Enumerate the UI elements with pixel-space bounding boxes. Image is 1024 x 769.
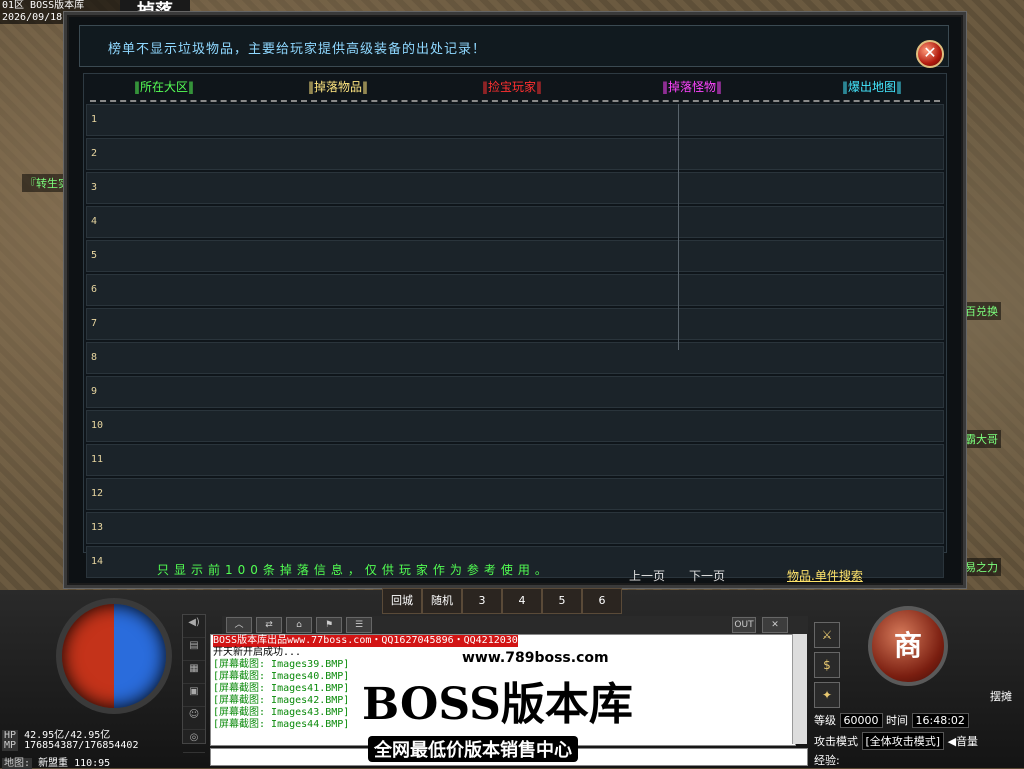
sound-label[interactable]: 音量 [956, 735, 978, 748]
quick-slot-6[interactable]: 6 [582, 588, 622, 614]
hp-stat: HP 42.95亿/42.95亿 [2, 730, 111, 741]
table-row[interactable]: 12 [86, 478, 944, 510]
chat-out-button[interactable]: OUT [732, 617, 756, 633]
map-value: 新盟重 110:95 [38, 758, 111, 769]
table-rows: 1 2 3 4 5 6 7 8 9 10 11 12 13 14 [86, 104, 944, 580]
time-value: 16:48:02 [911, 713, 969, 728]
quick-slot-4[interactable]: 4 [502, 588, 542, 614]
row-index: 4 [91, 216, 98, 227]
table-row[interactable]: 10 [86, 410, 944, 442]
money-bag-icon[interactable]: $ [814, 652, 840, 678]
quick-slot-5[interactable]: 5 [542, 588, 582, 614]
col-header-monster: ‖掉落怪物‖ [662, 80, 723, 94]
chat-emote-icon[interactable]: ☰ [346, 617, 372, 633]
chat-line: BOSS版本库出品www.77boss.com・QQ1627045896・QQ4… [213, 635, 518, 647]
drop-record-panel: 榜单不显示垃圾物品，主要给玩家提供高级装备的出处记录！ ✕ ‖所在大区‖ ‖掉落… [64, 12, 966, 588]
table-row[interactable]: 8 [86, 342, 944, 374]
chat-close-button[interactable]: ✕ [762, 617, 788, 633]
attack-mode-value[interactable]: [全体攻击模式] [861, 732, 945, 750]
map-stat: 地图: 新盟重 110:95 [2, 754, 110, 769]
footer-note: 只显示前100条掉落信息，仅供玩家作为参考使用。 [157, 563, 552, 577]
exp-label: 经验: [814, 754, 840, 767]
close-button[interactable]: ✕ [916, 40, 944, 68]
row-index: 1 [91, 114, 98, 125]
header-divider [90, 100, 940, 102]
speaker-icon[interactable]: ◀) [183, 617, 205, 638]
row-index: 6 [91, 284, 98, 295]
watermark: www.789boss.com BOSS版本库 全网最低价版本销售中心 [362, 650, 662, 762]
mp-stat: MP 176854387/176854402 [2, 740, 139, 751]
bag-icon[interactable]: ⚔ [814, 622, 840, 648]
quick-slot-return[interactable]: 回城 [382, 588, 422, 614]
prev-page-button[interactable]: 上一页 [629, 567, 665, 584]
col-header-map: ‖爆出地图‖ [842, 80, 903, 94]
row-index: 14 [91, 556, 104, 567]
whisper-icon[interactable]: ▣ [183, 686, 205, 707]
level-value: 60000 [839, 713, 883, 728]
row-index: 11 [91, 454, 104, 465]
chat-toolbar: ︿ ⇄ ⌂ ⚑ ☰ OUT ✕ [222, 616, 808, 634]
chevron-up-icon[interactable]: ︿ [226, 617, 252, 633]
watermark-url: www.789boss.com [462, 650, 609, 666]
attack-mode-display: 攻击模式 [全体攻击模式] ◀音量 [814, 732, 978, 750]
row-index: 9 [91, 386, 98, 397]
friend-icon[interactable]: ☺ [183, 709, 205, 730]
row-index: 7 [91, 318, 98, 329]
hp-mp-orb [62, 604, 166, 708]
row-index: 5 [91, 250, 98, 261]
next-page-button[interactable]: 下一页 [689, 567, 725, 584]
item-search-link[interactable]: 物品.单件搜索 [787, 567, 863, 584]
guild-icon[interactable]: ▦ [183, 663, 205, 684]
col-header-region: ‖所在大区‖ [134, 80, 195, 94]
chat-side-icons: ◀) ▤ ▦ ▣ ☺ ◎ [182, 614, 206, 753]
map-label: 地图: [2, 758, 33, 769]
chat-mode-icon[interactable]: ⇄ [256, 617, 282, 633]
col-header-item: ‖掉落物品‖ [308, 80, 369, 94]
row-index: 8 [91, 352, 98, 363]
watermark-brand: BOSS版本库 [362, 679, 633, 730]
chat-channel-icon[interactable]: ⚑ [316, 617, 342, 633]
settings-icon[interactable]: ◎ [183, 732, 205, 753]
table-row[interactable]: 13 [86, 512, 944, 544]
table-row[interactable]: 11 [86, 444, 944, 476]
table-row[interactable]: 2 [86, 138, 944, 170]
table-row[interactable]: 5 [86, 240, 944, 272]
shop-button[interactable]: 商 [868, 606, 948, 686]
table-row[interactable]: 1 [86, 104, 944, 136]
stall-button[interactable]: 摆摊 [990, 688, 1012, 704]
row-index: 2 [91, 148, 98, 159]
level-label: 等级 [814, 714, 836, 727]
row-index: 12 [91, 488, 104, 499]
npc-label-right-3[interactable]: 易之力 [962, 558, 1001, 576]
level-display: 等级 60000 时间 16:48:02 [814, 712, 969, 728]
row-index: 13 [91, 522, 104, 533]
drop-table: ‖所在大区‖ ‖掉落物品‖ ‖捡宝玩家‖ ‖掉落怪物‖ ‖爆出地图‖ 1 2 3… [83, 73, 947, 578]
attack-mode-label: 攻击模式 [814, 735, 858, 748]
skill-icon[interactable]: ✦ [814, 682, 840, 708]
table-row[interactable]: 7 [86, 308, 944, 340]
col-header-player: ‖捡宝玩家‖ [482, 80, 543, 94]
time-label: 时间 [886, 714, 908, 727]
panel-header: 榜单不显示垃圾物品，主要给玩家提供高级装备的出处记录！ ✕ [79, 25, 949, 68]
npc-label-right-1[interactable]: 百兑换 [962, 302, 1001, 320]
npc-label-right-2[interactable]: 霸大哥 [962, 430, 1001, 448]
group-icon[interactable]: ▤ [183, 640, 205, 661]
panel-notice: 榜单不显示垃圾物品，主要给玩家提供高级装备的出处记录！ [108, 42, 487, 57]
row-index: 10 [91, 420, 104, 431]
server-name: 01区 BOSS版本库 [2, 0, 85, 11]
quick-slot-3[interactable]: 3 [462, 588, 502, 614]
watermark-slogan: 全网最低价版本销售中心 [368, 736, 578, 762]
quick-slot-random[interactable]: 随机 [422, 588, 462, 614]
table-row[interactable]: 6 [86, 274, 944, 306]
row-index: 3 [91, 182, 98, 193]
exp-display: 经验: [814, 752, 840, 768]
chat-scrollbar[interactable] [792, 634, 807, 744]
mp-value: 176854387/176854402 [24, 740, 139, 751]
table-row[interactable]: 4 [86, 206, 944, 238]
column-divider [678, 104, 679, 350]
table-row[interactable]: 3 [86, 172, 944, 204]
chat-filter-icon[interactable]: ⌂ [286, 617, 312, 633]
sound-icon[interactable]: ◀ [948, 735, 956, 748]
table-row[interactable]: 9 [86, 376, 944, 408]
